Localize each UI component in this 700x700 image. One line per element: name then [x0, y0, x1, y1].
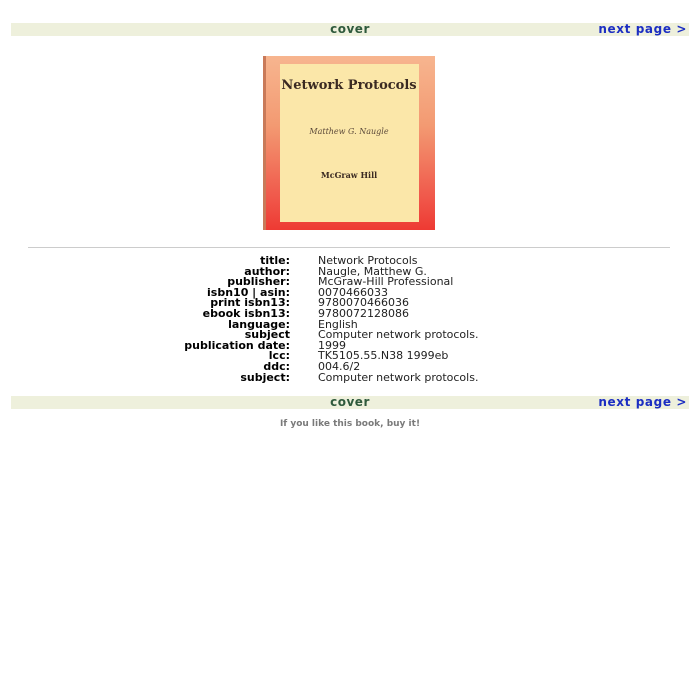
meta-row-subject-2: subject: Computer network protocols.	[0, 372, 700, 383]
meta-row-ddc: ddc: 004.6/2	[0, 361, 700, 372]
next-page-link[interactable]: next page >	[598, 23, 687, 36]
cover-author: Matthew G. Naugle	[309, 127, 389, 136]
cover-publisher: McGraw Hill	[320, 170, 378, 180]
meta-row-ebook-isbn13: ebook isbn13: 9780072128086	[0, 308, 700, 319]
nav-title-cover: cover	[330, 395, 370, 409]
meta-label: subject:	[240, 370, 290, 384]
divider	[28, 247, 670, 248]
nav-title-cover: cover	[330, 22, 370, 36]
metadata-table: title: Network Protocols author: Naugle,…	[0, 255, 700, 383]
buy-book-text: If you like this book, buy it!	[279, 419, 421, 429]
meta-row-subject: subject Computer network protocols.	[0, 329, 700, 340]
meta-value: Computer network protocols.	[318, 370, 479, 384]
meta-row-title: title: Network Protocols	[0, 255, 700, 266]
top-navbar: cover next page >	[11, 23, 689, 36]
next-page-link[interactable]: next page >	[598, 396, 687, 409]
bottom-navbar: cover next page >	[11, 396, 689, 409]
cover-title: Network Protocols	[281, 78, 417, 93]
